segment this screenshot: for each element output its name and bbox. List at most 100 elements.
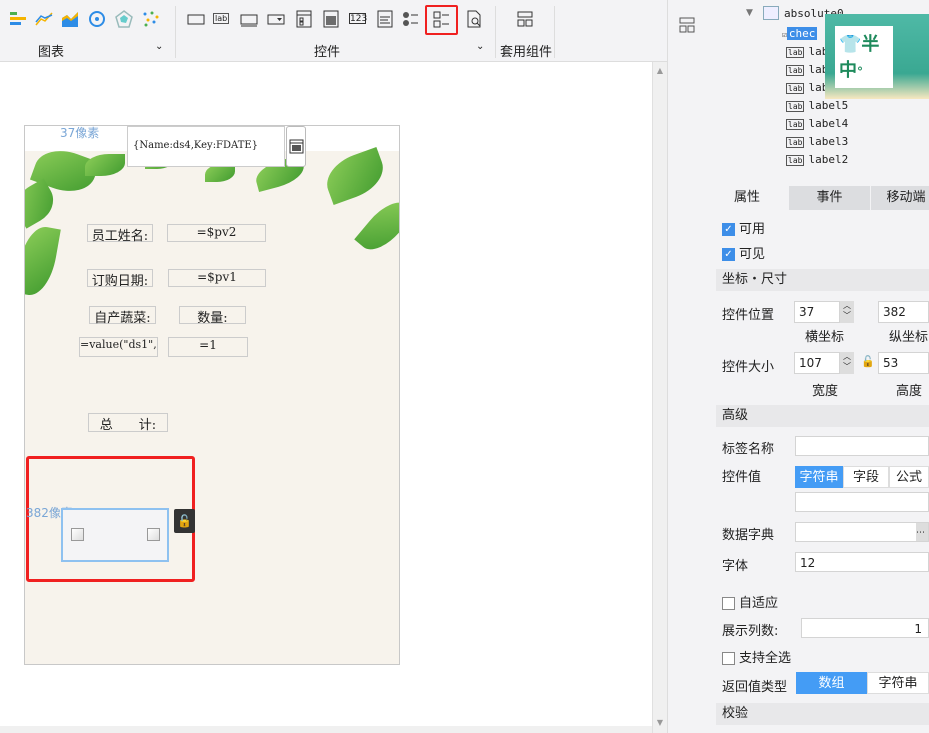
- chevron-down-icon[interactable]: ⌄: [476, 41, 484, 52]
- x-stepper[interactable]: ︿ ﹀: [840, 301, 854, 323]
- dict-label: 数据字典: [722, 528, 775, 543]
- area-chart-icon[interactable]: [61, 10, 79, 28]
- bar-chart-icon[interactable]: [9, 10, 27, 28]
- return-type-label: 返回值类型: [722, 680, 788, 695]
- number-widget-icon[interactable]: 123: [349, 13, 367, 24]
- adaptive-checkbox[interactable]: 自适应: [722, 592, 778, 611]
- columns-input[interactable]: 1: [801, 618, 929, 638]
- select-all-checkbox[interactable]: 支持全选: [722, 647, 791, 666]
- checkbox[interactable]: [147, 528, 160, 541]
- button-widget-icon[interactable]: [187, 10, 205, 28]
- tab-events[interactable]: 事件: [789, 186, 870, 210]
- font-label: 字体: [722, 559, 749, 574]
- label-order-value[interactable]: =$pv1: [168, 269, 266, 287]
- position-label: 控件位置: [722, 308, 775, 323]
- toolbar: 图表 ⌄ lab 123 控件 ⌄ 套用组件: [0, 0, 667, 62]
- value-label: 控件值: [722, 470, 762, 485]
- return-type-array[interactable]: 数组: [796, 672, 867, 694]
- label-vegetable[interactable]: 自产蔬菜:: [89, 306, 156, 326]
- checkbox-group-widget-button[interactable]: [425, 5, 458, 35]
- lock-icon[interactable]: 🔓: [174, 509, 195, 533]
- calendar-button[interactable]: [286, 126, 306, 167]
- width-caption: 宽度: [812, 384, 839, 399]
- x-caption: 横坐标: [805, 330, 845, 345]
- tree-item-checkbox-group[interactable]: ☑ chec: [782, 25, 818, 43]
- label-formula[interactable]: =value("ds1","FPP": [79, 337, 158, 357]
- file-preview-widget-icon[interactable]: [465, 10, 483, 28]
- group-charts-label: 图表: [38, 45, 65, 60]
- return-type-string[interactable]: 字符串: [867, 672, 929, 694]
- section-validation[interactable]: 校验: [716, 703, 929, 725]
- leaf-decoration: [354, 193, 399, 259]
- container-icon: [763, 6, 779, 20]
- tree-item[interactable]: lab label3: [786, 133, 848, 151]
- chevron-down-icon[interactable]: ⌄: [155, 41, 163, 52]
- value-mode-string[interactable]: 字符串: [795, 466, 843, 488]
- columns-label: 展示列数:: [722, 624, 779, 639]
- group-templates-label: 套用组件: [500, 45, 553, 60]
- label-total[interactable]: 总 计:: [88, 413, 168, 433]
- checkbox[interactable]: [71, 528, 84, 541]
- property-panel: ▼ absolute0 ☑ chec lab labe lab labe lab lab…: [706, 0, 929, 733]
- tab-mobile[interactable]: 移动端: [871, 186, 929, 210]
- horizontal-scrollbar[interactable]: [0, 726, 652, 733]
- dict-input[interactable]: ⋯: [795, 522, 929, 542]
- group-widgets-label: 控件: [314, 45, 341, 60]
- shirt-icon: 👕: [839, 34, 862, 55]
- tab-properties[interactable]: 属性: [706, 186, 788, 210]
- width-input[interactable]: 107: [794, 352, 840, 374]
- divider: [175, 6, 176, 58]
- line-chart-icon[interactable]: [35, 10, 53, 28]
- form-page[interactable]: 37像素 {Name:ds4,Key:FDATE} 员工姓名: =$pv2 订购…: [24, 125, 400, 665]
- scatter-chart-icon[interactable]: [142, 10, 160, 28]
- gauge-chart-icon[interactable]: [88, 10, 106, 28]
- dropdown-widget-icon[interactable]: [267, 10, 285, 28]
- tree-item[interactable]: lab label5: [786, 97, 848, 115]
- tree-item[interactable]: lab label2: [786, 151, 848, 169]
- label-qty-value[interactable]: =1: [168, 337, 248, 357]
- layout-panel-icon[interactable]: [679, 17, 695, 33]
- checkbox-group-icon: [433, 11, 449, 28]
- tag-name-input[interactable]: [795, 436, 929, 456]
- more-icon: ⋯: [916, 523, 928, 541]
- section-advanced[interactable]: 高级: [716, 405, 929, 427]
- tree-item[interactable]: lab label4: [786, 115, 848, 133]
- date-widget-icon[interactable]: [322, 10, 340, 28]
- leaf-decoration: [319, 146, 391, 206]
- layout-template-icon[interactable]: [516, 10, 534, 28]
- label-quantity[interactable]: 数量:: [179, 306, 246, 326]
- ime-status: 👕半 中°: [835, 26, 893, 88]
- visible-checkbox[interactable]: ✓ 可见: [722, 243, 765, 262]
- height-input[interactable]: 53: [878, 352, 929, 374]
- side-toolbar: [667, 0, 706, 733]
- x-input[interactable]: 37: [794, 301, 840, 323]
- value-mode-formula[interactable]: 公式: [889, 466, 929, 488]
- radio-group-widget-icon[interactable]: [402, 10, 420, 28]
- widget-tree[interactable]: ▼ absolute0 ☑ chec lab labe lab labe lab lab…: [706, 0, 929, 178]
- value-input[interactable]: [795, 492, 929, 512]
- leaf-decoration: [85, 154, 125, 176]
- vertical-scrollbar[interactable]: ▲ ▼: [652, 62, 667, 733]
- y-input[interactable]: 382: [878, 301, 929, 323]
- lock-ratio-icon[interactable]: 🔓: [861, 355, 875, 368]
- label-order-date[interactable]: 订购日期:: [87, 269, 153, 289]
- label-employee-name[interactable]: 员工姓名:: [87, 224, 153, 244]
- size-label: 控件大小: [722, 360, 775, 375]
- enabled-checkbox[interactable]: ✓ 可用: [722, 218, 765, 237]
- checkbox-group-widget[interactable]: [61, 508, 169, 562]
- radar-chart-icon[interactable]: [115, 10, 133, 28]
- y-caption: 纵坐标: [889, 330, 929, 345]
- date-field[interactable]: {Name:ds4,Key:FDATE}: [127, 126, 285, 167]
- value-mode-field[interactable]: 字段: [843, 466, 889, 488]
- label-widget-icon[interactable]: lab: [213, 10, 231, 28]
- leaf-decoration: [25, 223, 61, 299]
- font-size-select[interactable]: 12: [795, 552, 929, 572]
- text-area-widget-icon[interactable]: [376, 10, 394, 28]
- label-employee-value[interactable]: =$pv2: [167, 224, 266, 242]
- width-stepper[interactable]: ︿ ﹀: [840, 352, 854, 374]
- tag-name-label: 标签名称: [722, 442, 775, 457]
- section-position-size[interactable]: 坐标・尺寸: [716, 269, 929, 291]
- collapse-arrow-icon[interactable]: ▼: [746, 8, 753, 18]
- dropdown-tree-widget-icon[interactable]: [295, 10, 313, 28]
- text-field-widget-icon[interactable]: [240, 10, 258, 28]
